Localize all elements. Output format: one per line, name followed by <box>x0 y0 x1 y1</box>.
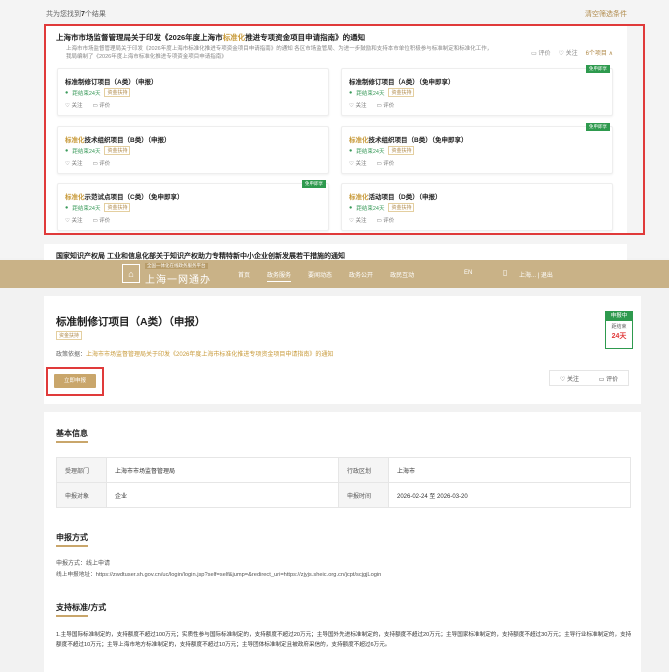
nav-item-public[interactable]: 政务公开 <box>349 270 373 282</box>
nav-menu: 首页 政务服务 要闻动态 政务公开 政民互动 <box>238 270 414 282</box>
detail-eval-button[interactable]: ▭ 评价 <box>599 374 618 383</box>
follow-button[interactable]: ♡ 关注 <box>65 101 82 109</box>
comment-icon: ▭ <box>531 51 537 57</box>
table-row: 受理部门 上海市市场监督管理局 行政区划 上海市 <box>56 457 631 483</box>
clock-icon: ● <box>65 204 69 211</box>
heart-icon: ♡ <box>559 376 566 383</box>
nav-item-news[interactable]: 要闻动态 <box>308 270 332 282</box>
policy-basis: 政策依据：上海市市场监督管理局关于印发《2026年度上海市标准化推进专项资金项目… <box>56 352 334 358</box>
support-standard-heading: 支持标准/方式 <box>56 603 107 612</box>
logo-subtitle: 全国一体化在线政务服务平台 <box>145 263 208 269</box>
project-status: ● 距结束24天 资金扶持 <box>65 88 131 97</box>
eval-button[interactable]: ▭ 评价 <box>376 101 394 109</box>
fund-tag: 资金扶持 <box>388 203 415 212</box>
project-status: ● 距结束24天 资金扶持 <box>349 203 415 212</box>
project-name: 标准化活动项目（D类）（申报） <box>349 194 442 201</box>
follow-button[interactable]: ♡ 关注 <box>65 216 82 224</box>
project-name: 标准化技术组织项目（B类）（免申即享） <box>349 137 468 144</box>
project-card[interactable]: 免申即享 标准化示范试点项目（C类）（免申即享） ● 距结束24天 资金扶持 ♡ 关… <box>57 180 329 231</box>
nav-item-home[interactable]: 首页 <box>238 270 250 282</box>
next-policy-title[interactable]: 国家知识产权局 工业和信息化部关于知识产权助力专精特新中小企业创新发展若干措施的… <box>44 244 627 260</box>
project-card[interactable]: 标准化活动项目（D类）（申报） ● 距结束24天 资金扶持 ♡ 关注 ▭ 评价 <box>341 183 613 231</box>
heading-underline <box>56 615 88 617</box>
apply-url[interactable]: 线上申报地址：https://zwdtuser.sh.gov.cn/uc/log… <box>56 570 381 581</box>
project-card[interactable]: 免申即享 标准制修订项目（A类）（免申即享） ● 距结束24天 资金扶持 ♡ 关注 ▭… <box>341 65 613 116</box>
logo-icon[interactable]: ⌂ <box>122 264 140 283</box>
policy-description: 上海市市场监督管理局关于印发《2026年度上海市标准化推进专项资金项目申请指南》… <box>66 46 493 60</box>
detail-title: 标准制修订项目（A类）（申报） <box>56 316 206 328</box>
project-count-toggle[interactable]: 6个项目 ∧ <box>586 48 613 57</box>
project-name: 标准制修订项目（A类）（申报） <box>65 79 158 86</box>
free-apply-badge: 免申即享 <box>586 65 610 73</box>
status-badge: 申报中 距结束 24天 <box>605 311 633 349</box>
fund-tag: 资金扶持 <box>388 88 415 97</box>
fund-tag: 资金扶持 <box>104 88 131 97</box>
project-status: ● 距结束24天 资金扶持 <box>65 203 131 212</box>
detail-actions: ♡ 关注 ▭ 评价 <box>549 370 629 386</box>
clock-icon: ● <box>65 89 69 96</box>
apply-method-section: 申报方式 申报方式：线上申请 线上申报地址：https://zwdtuser.s… <box>44 522 641 592</box>
eval-button[interactable]: ▭ 评价 <box>376 159 394 167</box>
project-status: ● 距结束24天 资金扶持 <box>349 146 415 155</box>
clock-icon: ● <box>349 89 353 96</box>
policy-follow-button[interactable]: ♡ 关注 <box>559 48 578 57</box>
project-detail-header: 标准制修订项目（A类）（申报） 资金扶持 政策依据：上海市市场监督管理局关于印发… <box>44 296 641 404</box>
follow-button[interactable]: ♡ 关注 <box>349 101 366 109</box>
project-card[interactable]: 标准化技术组织项目（B类）（申报） ● 距结束24天 资金扶持 ♡ 关注 ▭ 评价 <box>57 126 329 174</box>
detail-fund-tag: 资金扶持 <box>56 331 83 340</box>
free-apply-badge: 免申即享 <box>586 123 610 131</box>
support-standard-text: 1.主导国际标准制定的，支持额度不超过100万元；实质性参与国际标准制定的，支持… <box>56 632 632 648</box>
heart-icon: ♡ <box>558 51 564 57</box>
project-card[interactable]: 免申即享 标准化技术组织项目（B类）（免申即享） ● 距结束24天 资金扶持 ♡ 关… <box>341 123 613 174</box>
detail-follow-button[interactable]: ♡ 关注 <box>560 374 579 383</box>
fund-tag: 资金扶持 <box>388 146 415 155</box>
comment-icon: ▭ <box>598 376 605 383</box>
clock-icon: ● <box>349 147 353 154</box>
basic-info-table: 受理部门 上海市市场监督管理局 行政区划 上海市 申报对象 企业 申报时间 20… <box>56 457 631 508</box>
eval-button[interactable]: ▭ 评价 <box>92 216 110 224</box>
policy-basis-link[interactable]: 上海市市场监督管理局关于印发《2026年度上海市标准化推进专项资金项目申请指南》… <box>86 352 333 358</box>
fund-tag: 资金扶持 <box>104 146 131 155</box>
results-count: 共为您找到7个结果 <box>46 11 106 18</box>
eval-button[interactable]: ▭ 评价 <box>92 159 110 167</box>
apply-method-heading: 申报方式 <box>56 533 88 542</box>
follow-button[interactable]: ♡ 关注 <box>65 159 82 167</box>
apply-method-line: 申报方式：线上申请 <box>56 561 111 567</box>
project-status: ● 距结束24天 资金扶持 <box>65 146 131 155</box>
project-name: 标准化技术组织项目（B类）（申报） <box>65 137 171 144</box>
table-row: 申报对象 企业 申报时间 2026-02-24 至 2026-03-20 <box>56 482 631 508</box>
eval-button[interactable]: ▭ 评价 <box>376 216 394 224</box>
clock-icon: ● <box>349 204 353 211</box>
free-apply-badge: 免申即享 <box>302 180 326 188</box>
project-card[interactable]: 标准制修订项目（A类）（申报） ● 距结束24天 资金扶持 ♡ 关注 ▭ 评价 <box>57 68 329 116</box>
policy-actions: ▭ 评价 ♡ 关注 6个项目 ∧ <box>531 48 613 57</box>
policy-eval-button[interactable]: ▭ 评价 <box>531 48 550 57</box>
logo-title[interactable]: 上海一网通办 <box>145 271 211 286</box>
heading-underline <box>56 441 88 443</box>
heading-underline <box>56 545 88 547</box>
nav-item-interaction[interactable]: 政民互动 <box>390 270 414 282</box>
mobile-icon[interactable]: ▯ <box>503 268 507 277</box>
language-switch[interactable]: EN <box>464 270 472 276</box>
clock-icon: ● <box>65 147 69 154</box>
clear-filter-link[interactable]: 清空筛选条件 <box>585 9 627 19</box>
project-name: 标准化示范试点项目（C类）（免申即享） <box>65 194 184 201</box>
user-menu[interactable]: 上海... | 退出 <box>519 270 553 279</box>
project-status: ● 距结束24天 资金扶持 <box>349 88 415 97</box>
fund-tag: 资金扶持 <box>104 203 131 212</box>
basic-info-heading: 基本信息 <box>56 429 88 438</box>
follow-button[interactable]: ♡ 关注 <box>349 159 366 167</box>
nav-item-services[interactable]: 政务服务 <box>267 270 292 282</box>
top-navbar: ⌂ 全国一体化在线政务服务平台 上海一网通办 首页 政务服务 要闻动态 政务公开… <box>0 260 669 288</box>
policy-title[interactable]: 上海市市场监督管理局关于印发《2026年度上海市标准化推进专项资金项目申请指南》… <box>56 32 365 43</box>
follow-button[interactable]: ♡ 关注 <box>349 216 366 224</box>
eval-button[interactable]: ▭ 评价 <box>92 101 110 109</box>
apply-now-button[interactable]: 立即申报 <box>54 374 96 388</box>
project-name: 标准制修订项目（A类）（免申即享） <box>349 79 455 86</box>
